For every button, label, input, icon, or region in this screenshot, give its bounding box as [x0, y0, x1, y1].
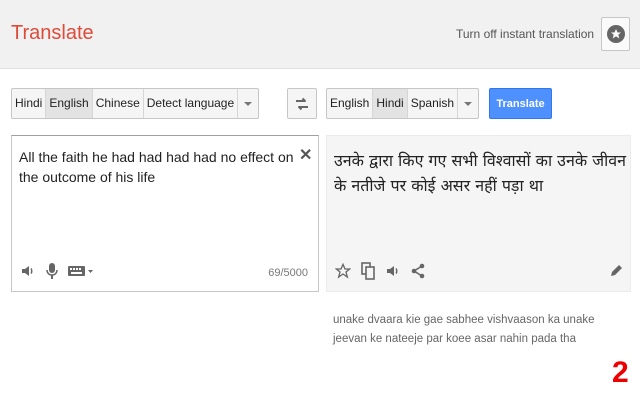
translate-button[interactable]: Translate	[489, 88, 552, 119]
copy-icon[interactable]	[361, 262, 375, 280]
source-lang-detect[interactable]: Detect language	[144, 89, 239, 118]
star-icon	[606, 25, 625, 43]
source-lang-dropdown[interactable]	[238, 89, 258, 118]
share-icon[interactable]	[411, 263, 425, 279]
header-bar: Translate Turn off instant translation	[0, 0, 640, 69]
source-language-bar: Hindi English Chinese Detect language	[11, 88, 260, 119]
target-language-bar: English Hindi Spanish	[326, 88, 480, 119]
source-text[interactable]: All the faith he had had had had no effe…	[19, 147, 295, 187]
source-toolbar	[20, 262, 94, 280]
target-lang-hindi[interactable]: Hindi	[373, 89, 408, 118]
target-lang-dropdown[interactable]	[458, 89, 478, 118]
character-count: 69/5000	[268, 267, 308, 279]
corner-number-mark: 2	[612, 356, 629, 389]
clear-text-icon[interactable]: ✕	[299, 145, 312, 165]
translation-text: उनके द्वारा किए गए सभी विश्वासों का उनके…	[334, 151, 626, 195]
target-lang-english[interactable]: English	[327, 89, 374, 118]
swap-languages-button[interactable]	[287, 88, 317, 119]
keyboard-icon[interactable]	[68, 265, 94, 277]
instant-translation-toggle[interactable]: Turn off instant translation	[456, 27, 594, 41]
target-lang-spanish[interactable]: Spanish	[408, 89, 459, 118]
translation-result-area: उनके द्वारा किए गए सभी विश्वासों का उनके…	[326, 135, 631, 292]
edit-icon[interactable]	[610, 263, 624, 282]
speaker-icon[interactable]	[20, 263, 36, 279]
romanized-translation: unake dvaara kie gae sabhee vishvaason k…	[333, 314, 595, 345]
source-lang-hindi[interactable]: Hindi	[12, 89, 47, 118]
star-outline-icon[interactable]	[335, 263, 351, 279]
source-text-area[interactable]: All the faith he had had had had no effe…	[11, 135, 319, 292]
microphone-icon[interactable]	[45, 262, 59, 280]
app-title: Translate	[11, 22, 94, 44]
swap-arrows-icon	[294, 96, 310, 112]
starred-phrasebook-button[interactable]	[601, 17, 630, 51]
target-toolbar	[335, 262, 425, 280]
source-lang-english[interactable]: English	[46, 89, 93, 118]
chevron-down-icon	[464, 101, 473, 106]
chevron-down-icon	[244, 101, 253, 106]
source-lang-chinese[interactable]: Chinese	[93, 89, 144, 118]
speaker-icon[interactable]	[385, 263, 401, 279]
